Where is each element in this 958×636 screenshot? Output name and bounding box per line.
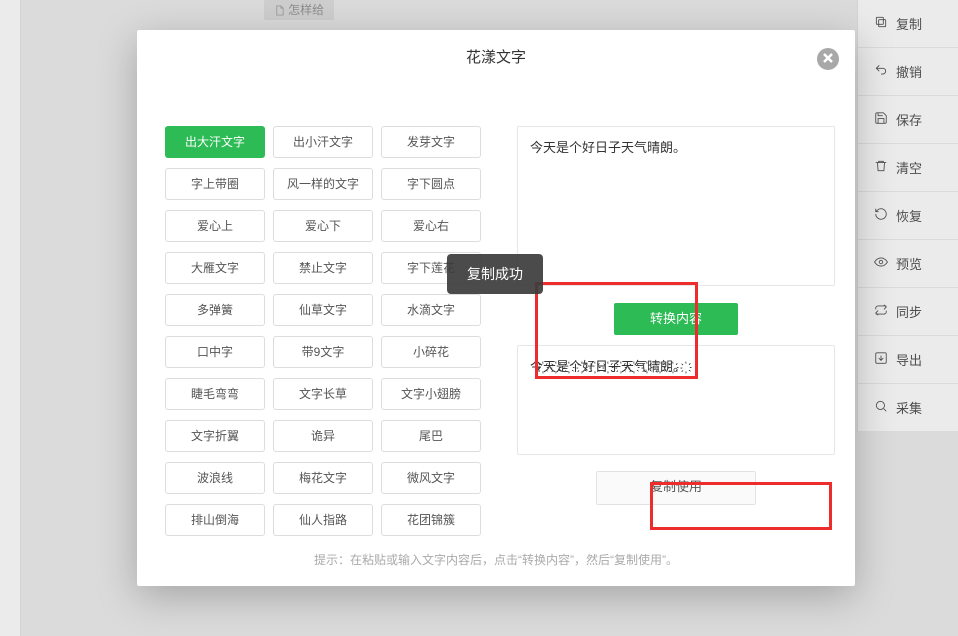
copy-use-button[interactable]: 复制使用 (596, 471, 756, 505)
style-option-label: 出小汗文字 (293, 135, 353, 149)
style-option-button[interactable]: 出大汗文字 (165, 126, 265, 158)
style-option-label: 排山倒海 (191, 513, 239, 527)
style-option-label: 波浪线 (197, 471, 233, 485)
style-option-label: 微风文字 (407, 471, 455, 485)
style-option-button[interactable]: 禁止文字 (273, 252, 373, 284)
style-option-button[interactable]: 小碎花 (381, 336, 481, 368)
style-option-button[interactable]: 多弹簧 (165, 294, 265, 326)
style-option-button[interactable]: 文字长草 (273, 378, 373, 410)
style-option-label: 多弹簧 (197, 303, 233, 317)
style-option-button[interactable]: 仙草文字 (273, 294, 373, 326)
modal-title-text: 花漾文字 (466, 49, 526, 66)
style-option-button[interactable]: 花团锦簇 (381, 504, 481, 536)
style-option-button[interactable]: 水滴文字 (381, 294, 481, 326)
output-text: 今҉天҉是҉个҉好҉日҉子҉天҉气҉晴҉朗҉。҉ (530, 359, 686, 374)
style-option-label: 仙人指路 (299, 513, 347, 527)
style-option-label: 梅花文字 (299, 471, 347, 485)
style-option-button[interactable]: 睫毛弯弯 (165, 378, 265, 410)
style-option-label: 禁止文字 (299, 261, 347, 275)
style-option-label: 仙草文字 (299, 303, 347, 317)
style-option-label: 花团锦簇 (407, 513, 455, 527)
source-text-input[interactable] (517, 126, 835, 286)
modal-title-bar: 花漾文字 (137, 30, 855, 86)
style-option-label: 字上带圈 (191, 177, 239, 191)
convert-button[interactable]: 转换内容 (614, 303, 738, 335)
copy-use-button-label: 复制使用 (650, 479, 702, 494)
style-option-label: 文字长草 (299, 387, 347, 401)
style-option-button[interactable]: 文字小翅膀 (381, 378, 481, 410)
style-option-button[interactable]: 爱心上 (165, 210, 265, 242)
style-option-button[interactable]: 文字折翼 (165, 420, 265, 452)
style-options-grid: 出大汗文字 出小汗文字 发芽文字字上带圈 风一样的文字 字下圆点爱心上 爱心下 爱心右大雁文… (165, 126, 495, 546)
toast-message: 复制成功 (467, 266, 523, 282)
style-option-button[interactable]: 爱心右 (381, 210, 481, 242)
style-option-label: 文字小翅膀 (401, 387, 461, 401)
style-option-label: 爱心下 (305, 219, 341, 233)
style-option-label: 大雁文字 (191, 261, 239, 275)
style-option-button[interactable]: 风一样的文字 (273, 168, 373, 200)
copy-success-toast: 复制成功 (447, 254, 543, 294)
style-option-button[interactable]: 发芽文字 (381, 126, 481, 158)
style-option-button[interactable]: 仙人指路 (273, 504, 373, 536)
style-option-button[interactable]: 带9文字 (273, 336, 373, 368)
style-option-label: 文字折翼 (191, 429, 239, 443)
fancy-text-modal: 花漾文字 出大汗文字 出小汗文字 发芽文字字上带圈 风一样的文字 字下圆点爱心上 爱心下 爱… (137, 30, 855, 586)
style-option-button[interactable]: 出小汗文字 (273, 126, 373, 158)
style-option-button[interactable]: 波浪线 (165, 462, 265, 494)
style-option-label: 水滴文字 (407, 303, 455, 317)
style-option-button[interactable]: 排山倒海 (165, 504, 265, 536)
style-option-label: 爱心上 (197, 219, 233, 233)
style-option-button[interactable]: 字下圆点 (381, 168, 481, 200)
convert-button-label: 转换内容 (650, 311, 702, 326)
modal-close-button[interactable] (817, 48, 839, 70)
right-pane: 转换内容 今҉天҉是҉个҉好҉日҉子҉天҉气҉晴҉朗҉。҉ 复制使用 (517, 126, 835, 505)
style-option-button[interactable]: 尾巴 (381, 420, 481, 452)
style-option-label: 出大汗文字 (185, 135, 245, 149)
style-option-label: 睫毛弯弯 (191, 387, 239, 401)
style-option-label: 风一样的文字 (287, 177, 359, 191)
modal-body: 出大汗文字 出小汗文字 发芽文字字上带圈 风一样的文字 字下圆点爱心上 爱心下 爱心右大雁文… (137, 100, 855, 586)
style-option-button[interactable]: 诡异 (273, 420, 373, 452)
style-option-label: 字下圆点 (407, 177, 455, 191)
style-option-label: 带9文字 (302, 345, 345, 359)
output-text-box[interactable]: 今҉天҉是҉个҉好҉日҉子҉天҉气҉晴҉朗҉。҉ (517, 345, 835, 455)
style-option-label: 诡异 (311, 429, 335, 443)
style-option-button[interactable]: 爱心下 (273, 210, 373, 242)
style-option-button[interactable]: 字上带圈 (165, 168, 265, 200)
close-icon (823, 31, 833, 87)
hint-text: 提示：在粘贴或输入文字内容后，点击“转换内容”，然后“复制使用”。 (137, 551, 855, 568)
style-option-label: 发芽文字 (407, 135, 455, 149)
style-option-label: 口中字 (197, 345, 233, 359)
style-option-button[interactable]: 大雁文字 (165, 252, 265, 284)
style-option-label: 尾巴 (419, 429, 443, 443)
style-option-label: 爱心右 (413, 219, 449, 233)
style-option-button[interactable]: 口中字 (165, 336, 265, 368)
style-option-button[interactable]: 梅花文字 (273, 462, 373, 494)
style-option-label: 小碎花 (413, 345, 449, 359)
style-option-button[interactable]: 微风文字 (381, 462, 481, 494)
